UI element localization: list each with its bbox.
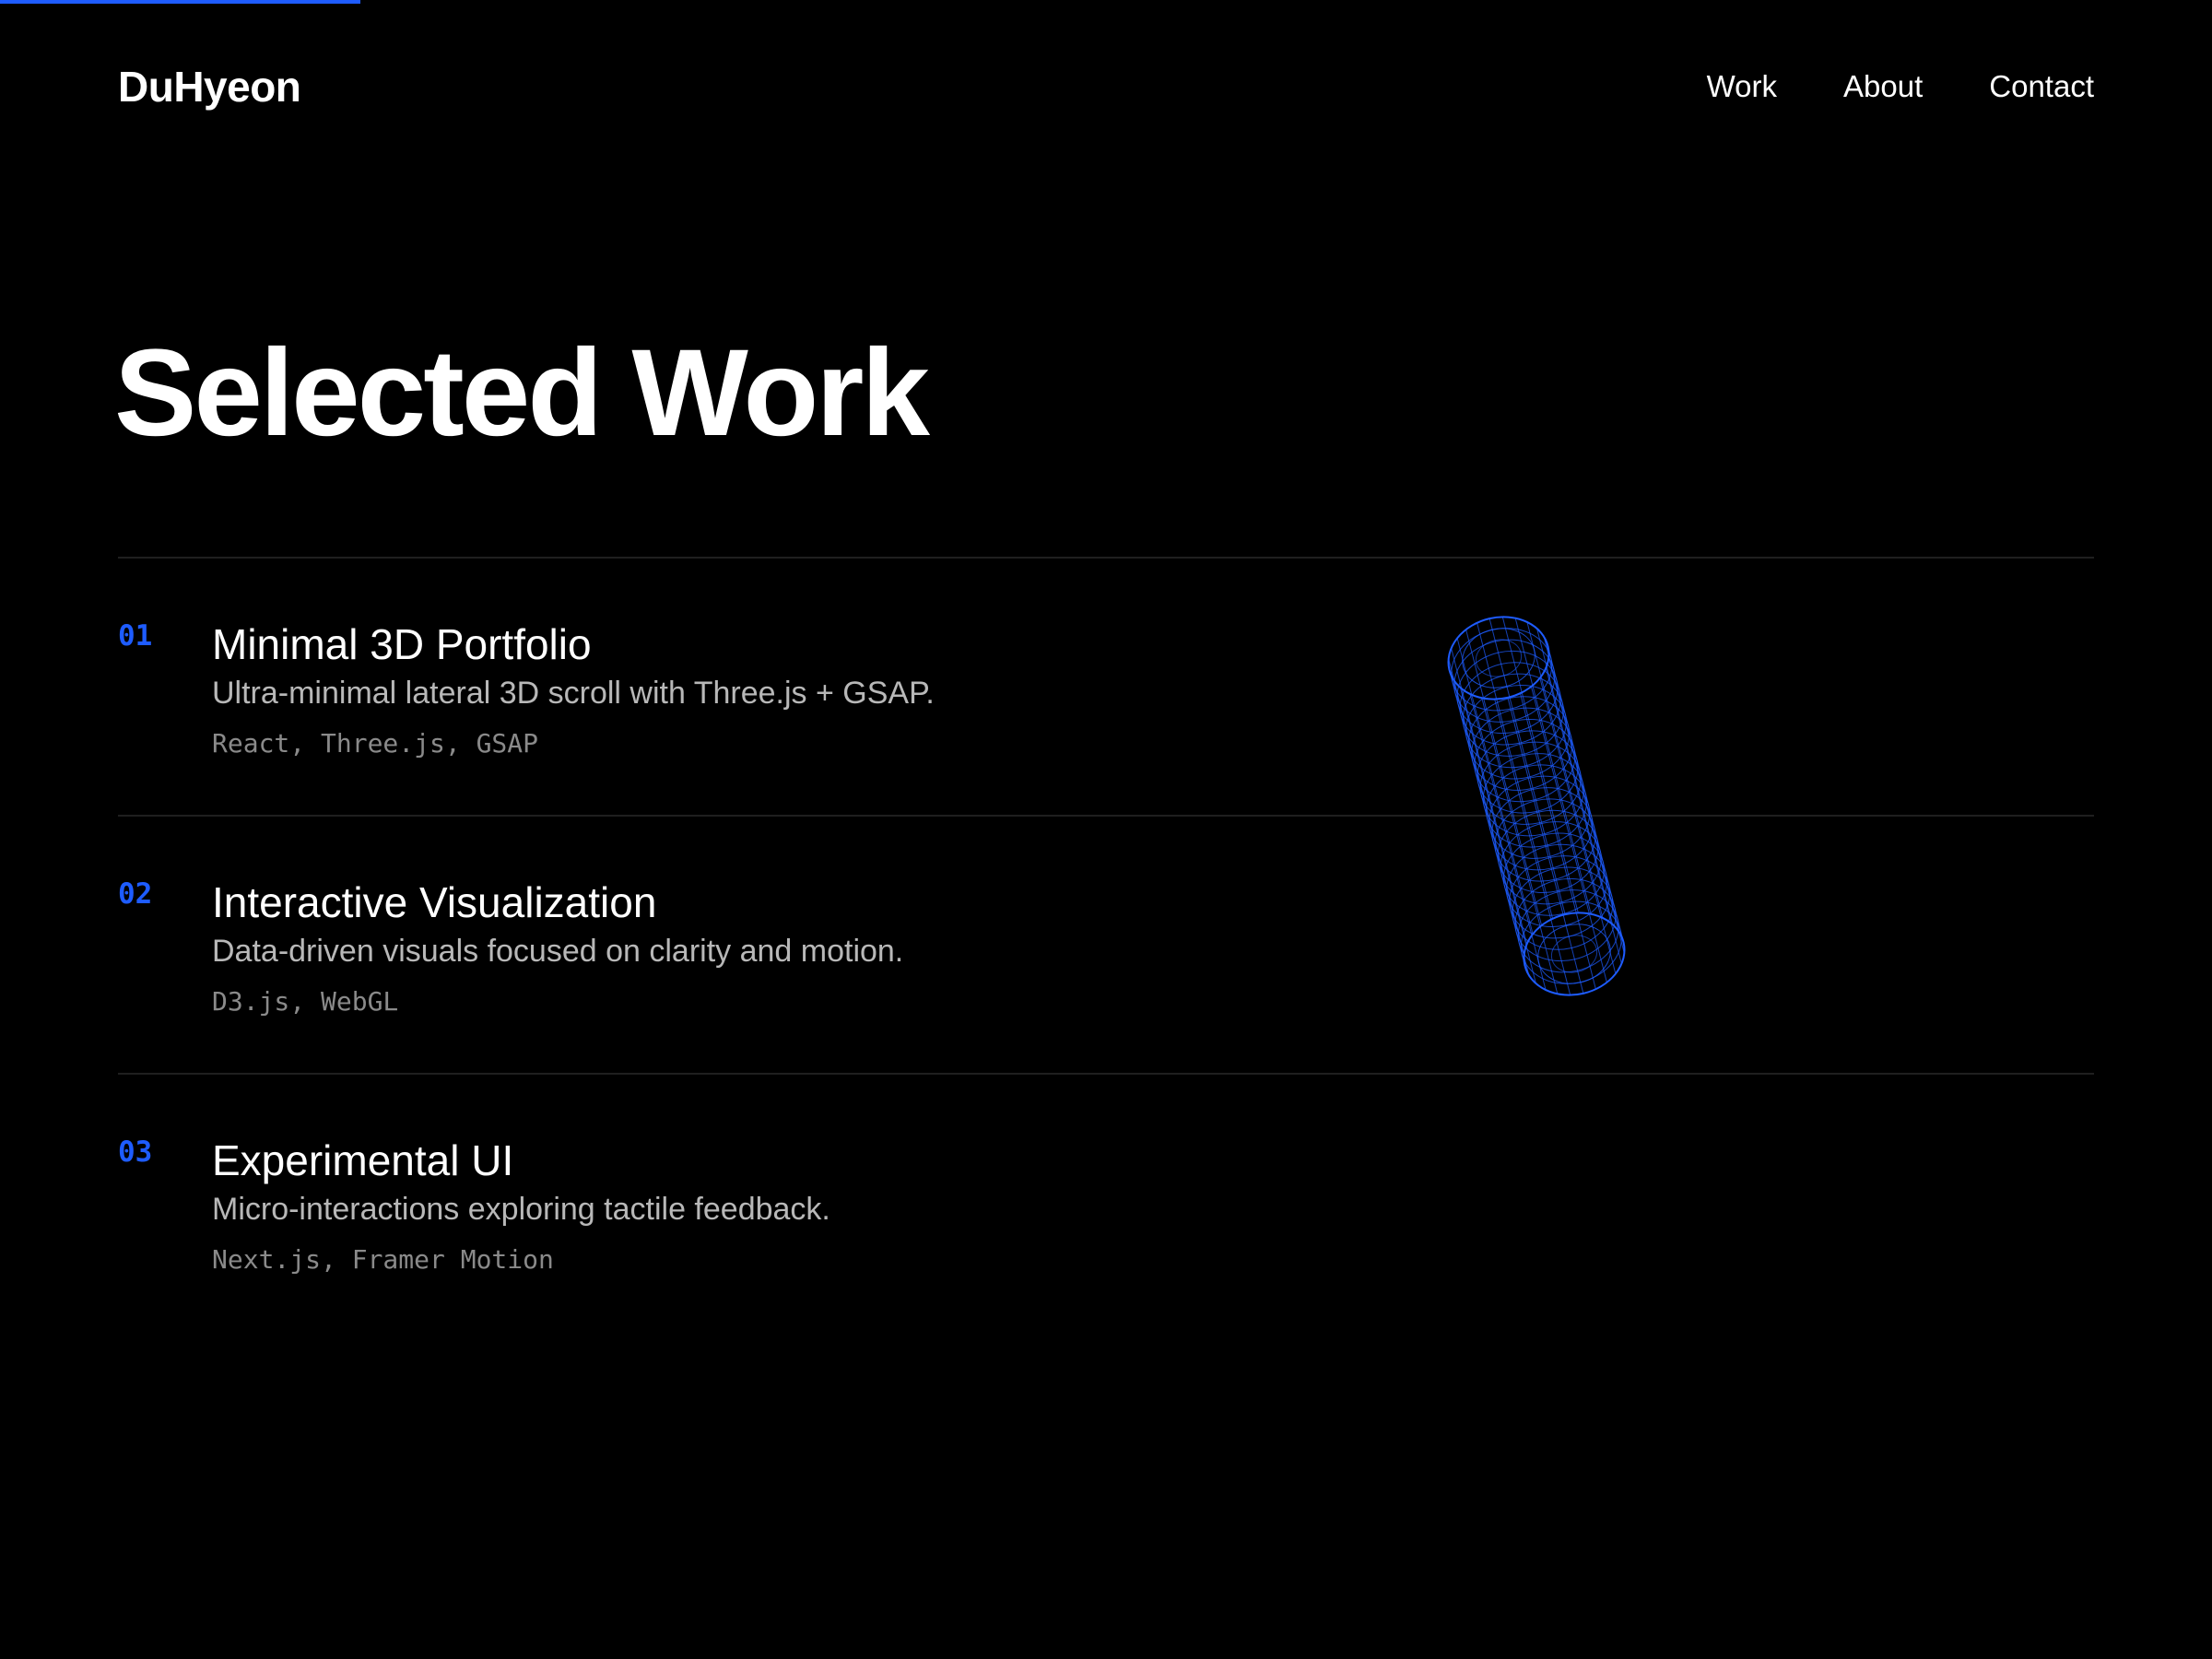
project-row-3[interactable]: 03 Experimental UI Micro-interactions ex… bbox=[118, 1073, 2094, 1331]
project-number: 01 bbox=[118, 619, 153, 653]
wireframe-cylinder-icon bbox=[1447, 616, 1626, 996]
nav-work-link[interactable]: Work bbox=[1707, 69, 1777, 104]
project-content: Interactive Visualization Data-driven vi… bbox=[212, 877, 903, 1017]
nav-contact-link[interactable]: Contact bbox=[1989, 69, 2094, 104]
site-header: DuHyeon Work About Contact bbox=[118, 53, 2094, 120]
project-tags: Next.js, Framer Motion bbox=[212, 1243, 554, 1275]
project-description: Data-driven visuals focused on clarity a… bbox=[212, 934, 904, 970]
project-row-2[interactable]: 02 Interactive Visualization Data-driven… bbox=[118, 815, 2094, 1073]
scroll-progress-bar bbox=[0, 0, 2212, 4]
project-content: Experimental UI Micro-interactions explo… bbox=[212, 1135, 830, 1275]
main-nav: Work About Contact bbox=[1707, 69, 2094, 104]
project-list: 01 Minimal 3D Portfolio Ultra-minimal la… bbox=[118, 557, 2094, 1331]
project-content: Minimal 3D Portfolio Ultra-minimal later… bbox=[212, 619, 935, 759]
site-logo[interactable]: DuHyeon bbox=[118, 62, 301, 112]
scroll-progress-fill bbox=[0, 0, 361, 4]
project-row-1[interactable]: 01 Minimal 3D Portfolio Ultra-minimal la… bbox=[118, 557, 2094, 815]
project-description: Ultra-minimal lateral 3D scroll with Thr… bbox=[212, 676, 935, 712]
project-description: Micro-interactions exploring tactile fee… bbox=[212, 1192, 830, 1228]
page-title: Selected Work bbox=[114, 324, 930, 462]
project-title[interactable]: Interactive Visualization bbox=[212, 877, 903, 928]
project-number: 02 bbox=[118, 877, 153, 911]
nav-about-link[interactable]: About bbox=[1843, 69, 1923, 104]
project-tags: D3.js, WebGL bbox=[212, 985, 399, 1017]
project-tags: React, Three.js, GSAP bbox=[212, 727, 539, 759]
project-number: 03 bbox=[118, 1135, 153, 1169]
project-title[interactable]: Experimental UI bbox=[212, 1135, 830, 1186]
project-title[interactable]: Minimal 3D Portfolio bbox=[212, 619, 935, 670]
